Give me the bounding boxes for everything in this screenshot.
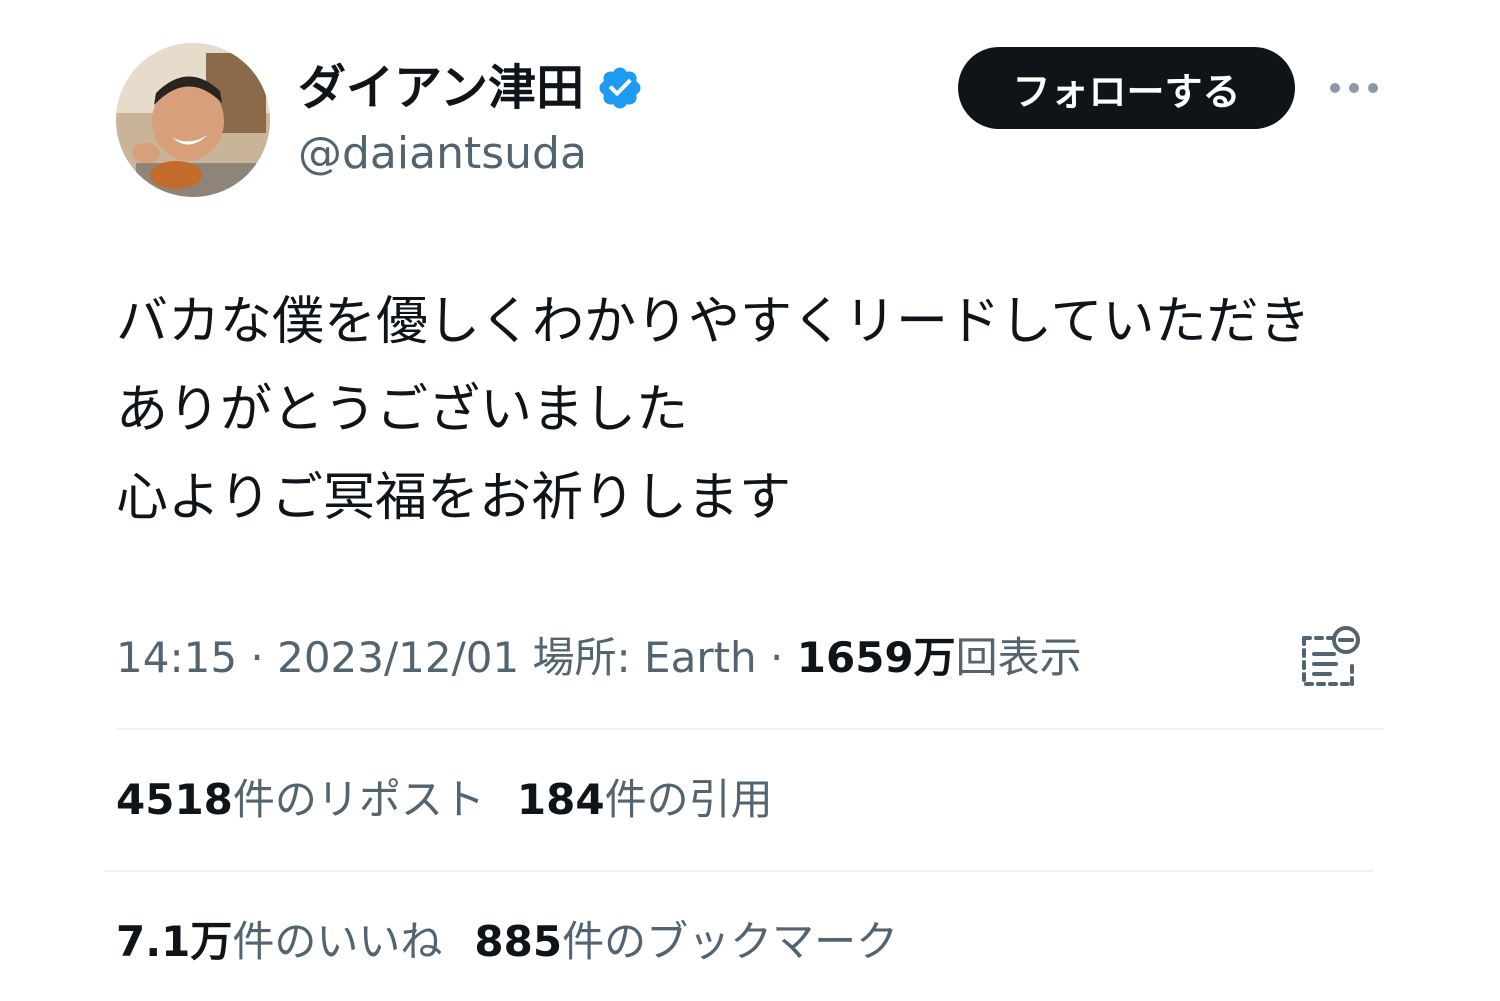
verified-badge-icon[interactable] xyxy=(596,64,644,112)
avatar-photo xyxy=(116,43,270,197)
author-display-name[interactable]: ダイアン津田 xyxy=(298,56,644,120)
views-count: 1659万 xyxy=(796,633,956,682)
avatar[interactable] xyxy=(116,43,270,197)
quotes-label: 件の引用 xyxy=(604,775,773,824)
post-analytics-icon[interactable] xyxy=(1296,624,1364,692)
follow-button[interactable]: フォローする xyxy=(958,47,1295,129)
tweet-line: ありがとうございました xyxy=(116,380,689,440)
tweet-date[interactable]: 2023/12/01 xyxy=(277,633,519,682)
tweet-line: バカな僕を優しくわかりやすくリードしていただき xyxy=(116,292,1311,352)
likes-count: 7.1万 xyxy=(116,917,233,966)
meta-separator: · xyxy=(756,633,797,682)
reposts-label: 件のリポスト xyxy=(232,775,485,824)
bookmarks-count: 885 xyxy=(474,917,563,966)
likes-link[interactable]: 7.1万件のいいね xyxy=(116,912,442,972)
divider xyxy=(116,728,1384,730)
divider xyxy=(104,870,1374,872)
reposts-link[interactable]: 4518件のリポスト xyxy=(116,770,485,830)
meta-separator: · xyxy=(237,633,278,682)
tweet-meta: 14:15 · 2023/12/01 場所: Earth · 1659万回表示 xyxy=(116,628,1082,688)
more-dots-icon[interactable] xyxy=(1324,70,1384,106)
views-label: 回表示 xyxy=(955,633,1082,682)
likes-label: 件のいいね xyxy=(232,917,443,966)
author-handle[interactable]: @daiantsuda xyxy=(298,126,587,182)
quotes-link[interactable]: 184件の引用 xyxy=(517,770,773,830)
tweet-line: 心よりご冥福をお祈りします xyxy=(116,468,791,528)
tweet-location: 場所: Earth xyxy=(532,633,757,682)
quotes-count: 184 xyxy=(516,775,605,824)
display-name-text: ダイアン津田 xyxy=(298,60,585,116)
bookmarks-label: 件のブックマーク xyxy=(562,917,899,966)
reposts-count: 4518 xyxy=(116,775,233,824)
tweet-text: バカな僕を優しくわかりやすくリードしていただき ありがとうございました 心よりご… xyxy=(116,278,1406,542)
tweet-time[interactable]: 14:15 xyxy=(116,633,237,682)
bookmarks-link[interactable]: 885件のブックマーク xyxy=(474,912,898,972)
repost-stats-row: 4518件のリポスト 184件の引用 xyxy=(116,770,773,830)
like-stats-row: 7.1万件のいいね 885件のブックマーク xyxy=(116,912,898,972)
